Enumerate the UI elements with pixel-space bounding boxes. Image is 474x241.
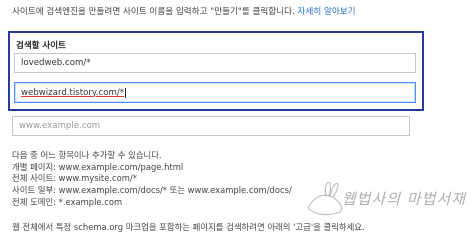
hint-line: 개별 페이지: www.example.com/page.html: [12, 161, 184, 172]
hint-line: 사이트 일부: www.example.com/docs/* 또는 www.ex…: [12, 185, 292, 196]
sites-to-search-panel: 검색할 사이트 lovedweb.com/* webwizard.tistory…: [8, 31, 424, 111]
intro-description: 사이트에 검색엔진을 만들려면 사이트 이름을 입력하고 "만들기"를 클릭합니…: [12, 7, 295, 17]
learn-more-link[interactable]: 자세히 알아보기: [298, 7, 356, 17]
new-site-placeholder: www.example.com: [19, 121, 101, 131]
panel-title: 검색할 사이트: [16, 41, 66, 51]
hint-line: 전체 도메인: *.example.com: [12, 196, 123, 207]
watermark-text: 웹법사의 마법서재: [341, 190, 466, 208]
hint-line: 다음 중 어느 항목이나 추가할 수 있습니다.: [12, 150, 162, 160]
hint-line: 전체 사이트: www.mysite.com/*: [12, 173, 137, 184]
footer-text: 웹 전체에서 특정 schema.org 마크업을 포함하는 페이지를 검색하려…: [12, 222, 365, 232]
new-site-input[interactable]: www.example.com: [12, 116, 410, 136]
site-field-2-value: webwizard.tistory.com/*: [21, 87, 125, 98]
site-field-2[interactable]: webwizard.tistory.com/*: [14, 82, 416, 103]
text-caret: [125, 87, 127, 98]
hint-list: 다음 중 어느 항목이나 추가할 수 있습니다. 개별 페이지: www.exa…: [12, 150, 292, 208]
site-field-1-value: lovedweb.com/*: [21, 58, 91, 68]
intro-text: 사이트에 검색엔진을 만들려면 사이트 이름을 입력하고 "만들기"를 클릭합니…: [12, 6, 468, 18]
site-field-1[interactable]: lovedweb.com/*: [14, 53, 416, 73]
